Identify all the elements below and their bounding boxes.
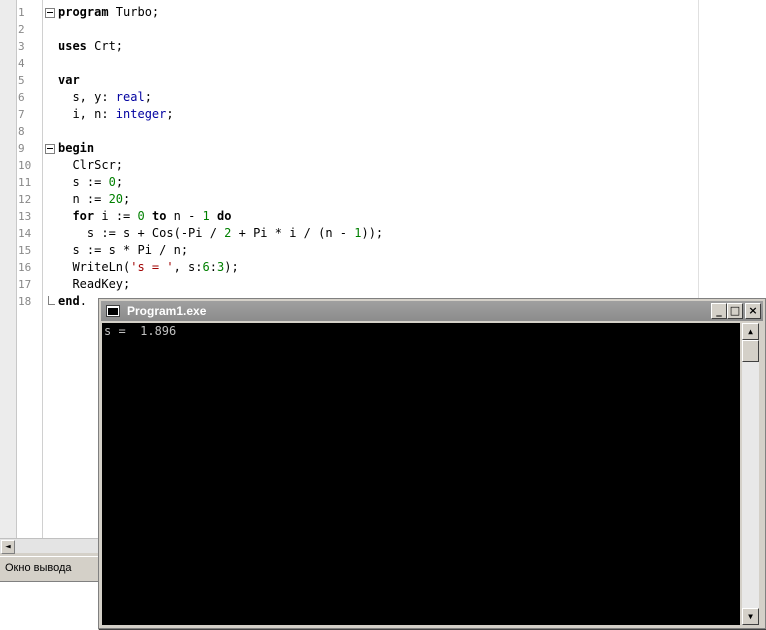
scroll-left-icon[interactable]: ◄ (1, 540, 15, 554)
code-line[interactable]: 17 ReadKey; (0, 276, 700, 293)
code-text: for i := 0 to n - 1 do (72, 209, 232, 223)
line-number: 9 (18, 142, 25, 155)
code-text: var (58, 73, 80, 87)
code-text: WriteLn('s = ', s:6:3); (58, 260, 239, 274)
code-line[interactable]: 2 (0, 21, 700, 38)
fold-begin-icon[interactable] (45, 144, 55, 154)
line-number: 7 (18, 108, 25, 121)
code-text: uses Crt; (58, 39, 124, 53)
code-text: s := s + Cos(-Pi / 2 + Pi * i / (n - 1))… (58, 226, 384, 240)
code-line[interactable]: 14 s := s + Cos(-Pi / 2 + Pi * i / (n - … (0, 225, 700, 242)
scroll-thumb[interactable] (742, 340, 759, 362)
code-text: i, n: integer; (58, 107, 174, 121)
console-app-icon[interactable] (106, 305, 120, 317)
output-pane-title: Окно вывода (5, 562, 72, 574)
line-number: 6 (18, 91, 25, 104)
code-text: s := s * Pi / n; (58, 243, 189, 257)
line-number: 8 (18, 125, 25, 138)
line-number: 10 (18, 159, 32, 172)
line-number: 14 (18, 227, 32, 240)
console-screen[interactable]: s = 1.896 (102, 323, 740, 625)
code-line[interactable]: 11 s := 0; (0, 174, 700, 191)
line-number: 1 (18, 6, 25, 19)
console-window[interactable]: Program1.exe _ □ × s = 1.896 ▲ ▼ (98, 298, 766, 629)
line-number: 12 (18, 193, 32, 206)
close-button[interactable]: × (745, 303, 761, 319)
code-text: ReadKey; (58, 277, 131, 291)
line-number: 5 (18, 74, 25, 87)
line-number: 2 (18, 23, 25, 36)
code-line[interactable]: 10 ClrScr; (0, 157, 700, 174)
line-number: 17 (18, 278, 32, 291)
code-line[interactable]: 12 n := 20; (0, 191, 700, 208)
code-line[interactable]: 4 (0, 55, 700, 72)
output-pane-header: Окно вывода (0, 556, 98, 581)
code-line[interactable]: 3 uses Crt; (0, 38, 700, 55)
code-line[interactable]: 16 WriteLn('s = ', s:6:3); (0, 259, 700, 276)
console-output: s = 1.896 (104, 324, 177, 338)
console-titlebar[interactable]: Program1.exe _ □ × (101, 301, 763, 321)
code-text: begin (58, 141, 95, 155)
code-line[interactable]: 7 i, n: integer; (0, 106, 700, 123)
minimize-button[interactable]: _ (711, 303, 727, 319)
line-number: 18 (18, 295, 32, 308)
code-line[interactable]: 8 (0, 123, 700, 140)
code-line[interactable]: 9 begin (0, 140, 700, 157)
line-number: 4 (18, 57, 25, 70)
fold-end-marker (48, 296, 55, 305)
code-text: n := 20; (58, 192, 131, 206)
code-text: end. (58, 294, 87, 308)
line-number: 13 (18, 210, 32, 223)
line-number: 11 (18, 176, 32, 189)
code-line[interactable]: 5 var (0, 72, 700, 89)
code-line[interactable]: 15 s := s * Pi / n; (0, 242, 700, 259)
scroll-up-icon[interactable]: ▲ (742, 323, 759, 340)
code-text: ClrScr; (58, 158, 124, 172)
console-title: Program1.exe (127, 304, 207, 318)
editor-horizontal-scrollbar[interactable]: ◄ (0, 538, 100, 554)
scroll-down-icon[interactable]: ▼ (742, 608, 759, 625)
line-number: 15 (18, 244, 32, 257)
maximize-button[interactable]: □ (727, 303, 743, 319)
code-line[interactable]: 6 s, y: real; (0, 89, 700, 106)
console-vertical-scrollbar[interactable]: ▲ ▼ (742, 323, 759, 625)
code-text: program Turbo; (58, 5, 160, 19)
code-text: s := 0; (58, 175, 124, 189)
code-line[interactable]: 1 program Turbo; (0, 4, 700, 21)
line-number: 3 (18, 40, 25, 53)
code-text: s, y: real; (58, 90, 152, 104)
fold-program-icon[interactable] (45, 8, 55, 18)
output-pane-body[interactable] (0, 581, 98, 630)
code-line[interactable]: 13 for i := 0 to n - 1 do (0, 208, 700, 225)
line-number: 16 (18, 261, 32, 274)
